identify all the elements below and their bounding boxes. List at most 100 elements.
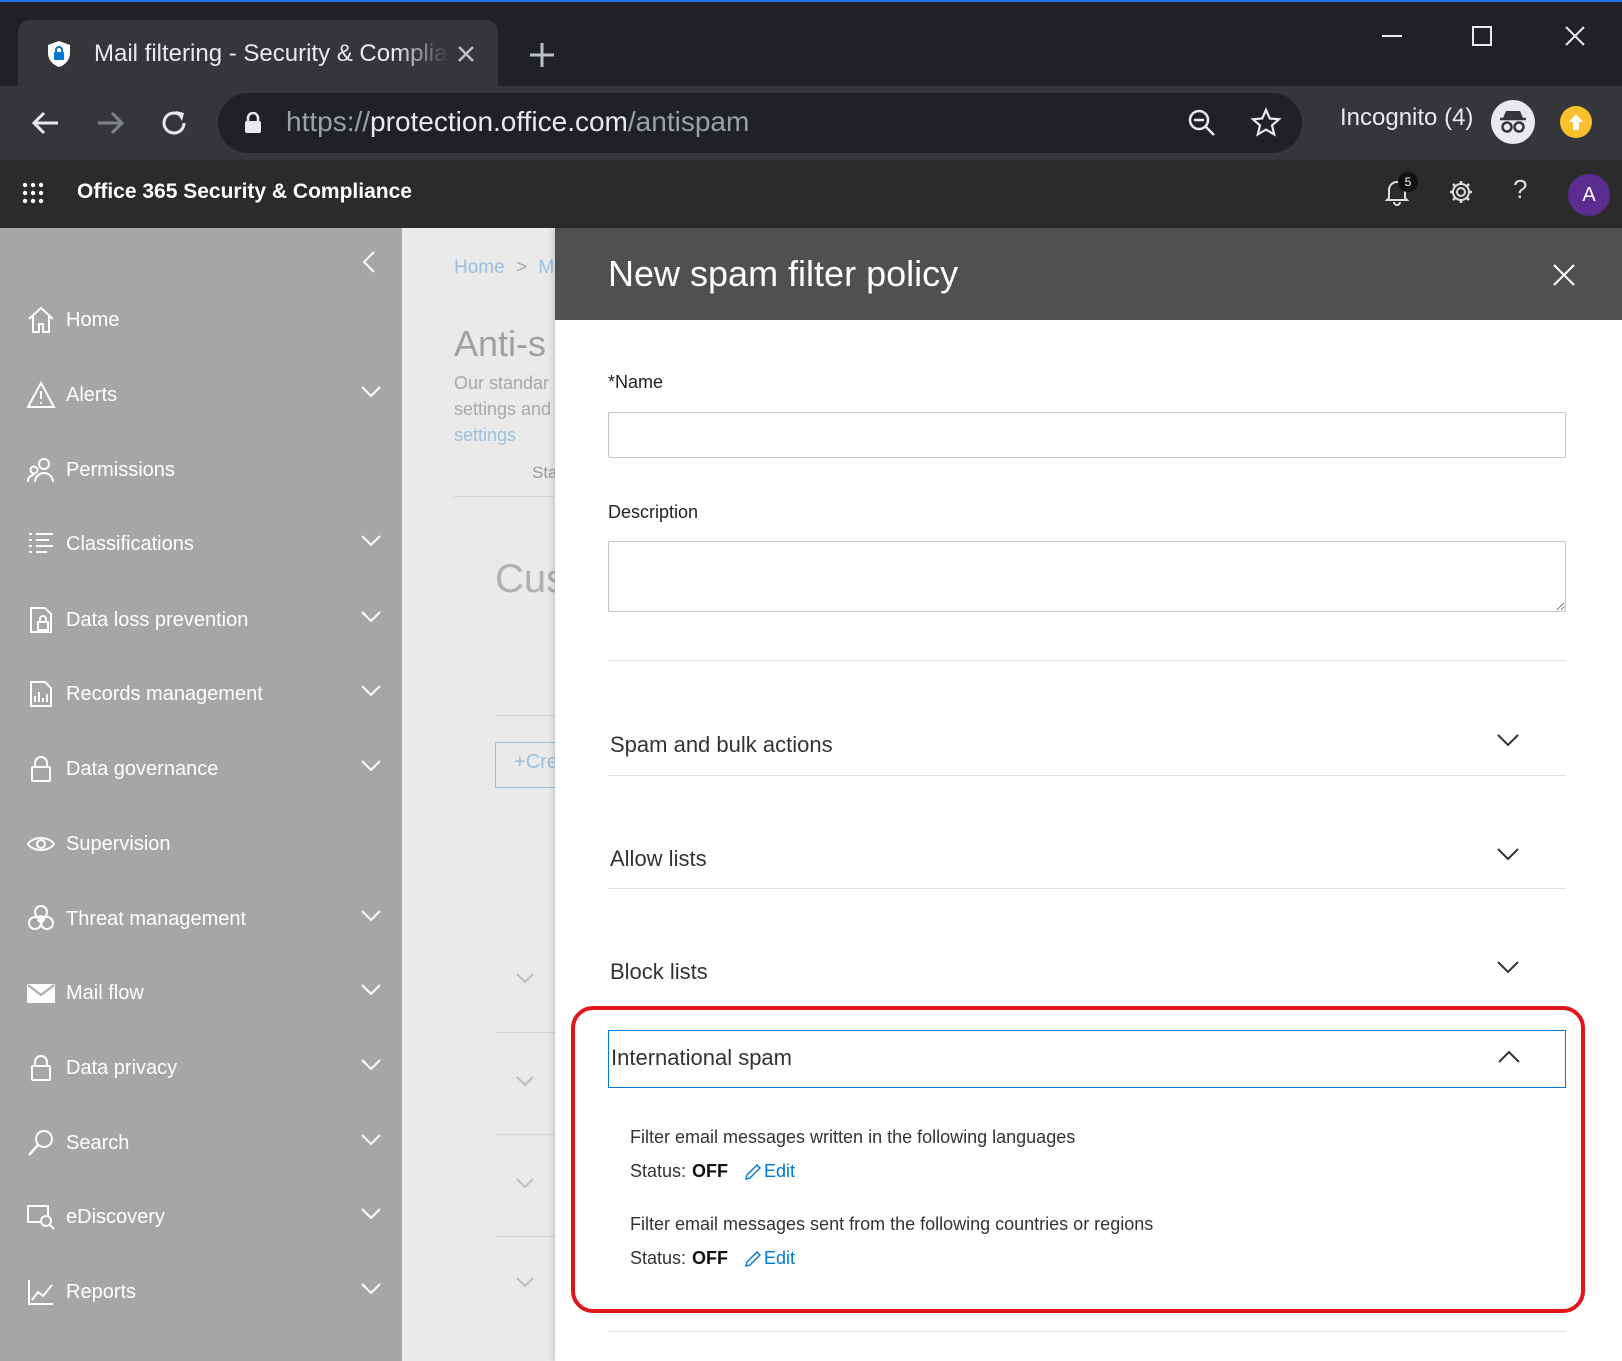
settings-gear-icon[interactable] [1448,179,1474,205]
name-label: *Name [608,372,664,392]
mail-icon [27,984,55,1003]
chevron-down-icon [361,611,381,623]
sidebar-item-label: Data loss prevention [66,608,249,631]
chevron-down-icon [361,1283,381,1295]
window-close-button[interactable] [1545,16,1605,56]
tab-title: Mail filtering - Security & Compliance [94,40,449,67]
dlp-icon [30,607,52,633]
bookmark-star-icon[interactable] [1250,107,1282,139]
panel-title: New spam filter policy [608,253,959,294]
chevron-down-icon[interactable] [515,1276,535,1288]
sidebar-item-records-management[interactable]: Records management [0,664,402,724]
lock-icon [31,756,51,782]
chevron-down-icon [361,984,381,996]
browser-tabstrip: Mail filtering - Security & Compliance [0,0,1622,88]
section-block-lists[interactable]: Block lists [608,945,1566,1003]
sidebar-item-label: Data privacy [66,1056,178,1079]
section-label: Allow lists [610,846,707,871]
notification-badge: 5 [1398,172,1418,192]
collapse-nav-icon[interactable] [362,250,376,274]
panel-header: New spam filter policy [555,228,1622,320]
ediscovery-icon [27,1205,55,1230]
address-bar[interactable]: https://protection.office.com/antispam [218,93,1302,153]
new-tab-icon[interactable] [527,40,557,70]
search-icon [28,1130,53,1156]
settings-link[interactable]: settings [454,422,551,448]
sidebar-item-threat-management[interactable]: Threat management [0,889,402,949]
sidebar-item-ediscovery[interactable]: eDiscovery [0,1187,402,1247]
chevron-down-icon [1497,961,1519,974]
maximize-icon [1472,26,1492,46]
status-column-header: Sta [532,463,558,482]
description-label: Description [608,502,699,522]
sidebar-item-data-privacy[interactable]: Data privacy [0,1038,402,1098]
chevron-down-icon[interactable] [515,1075,535,1087]
breadcrumb-next[interactable]: M [538,257,554,278]
desc-line-2: settings and [454,399,552,419]
sidebar-item-reports[interactable]: Reports [0,1262,402,1322]
name-input[interactable] [608,412,1566,458]
divider [608,660,1566,661]
divider [608,1331,1566,1332]
chevron-down-icon[interactable] [515,1177,535,1189]
breadcrumb-home[interactable]: Home [454,257,505,278]
reload-icon[interactable] [156,105,192,141]
app-launcher-icon[interactable] [22,182,44,204]
incognito-glasses-icon [1500,111,1526,133]
chevron-down-icon [361,535,381,547]
page-description: Our standar settings and settings [454,370,551,448]
sidebar-item-alerts[interactable]: Alerts [0,365,402,425]
sidebar-item-label: Search [66,1131,130,1154]
minimize-icon [1382,35,1402,37]
incognito-icon[interactable] [1491,100,1535,144]
people-icon [26,458,54,483]
back-icon[interactable] [28,105,64,141]
forward-icon[interactable] [92,105,128,141]
incognito-label[interactable]: Incognito (4) [1340,104,1473,132]
sidebar-item-permissions[interactable]: Permissions [0,440,402,500]
section-spam-bulk-actions[interactable]: Spam and bulk actions [608,718,1566,776]
left-navigation: Home Alerts Permissions Classifications Data… [0,228,402,1361]
page-title: Anti-s [454,323,547,364]
browser-tab-active[interactable]: Mail filtering - Security & Compliance [18,20,498,88]
sidebar-item-label: Alerts [66,383,118,406]
app-title[interactable]: Office 365 Security & Compliance [77,180,412,204]
chevron-down-icon [361,1134,381,1146]
user-avatar[interactable]: A [1568,174,1610,216]
section-label: Spam and bulk actions [610,732,833,757]
chevron-down-icon [361,685,381,697]
tab-close-icon[interactable] [454,42,478,66]
app-header: Office 365 Security & Compliance 5 ? A [0,160,1622,228]
alert-icon [26,380,56,408]
home-icon [28,306,54,333]
list-icon [29,533,53,553]
sidebar-item-label: eDiscovery [66,1205,165,1228]
sidebar-item-classifications[interactable]: Classifications [0,514,402,574]
section-label: Block lists [610,959,708,984]
minimize-button[interactable] [1362,16,1422,56]
sidebar-item-data-governance[interactable]: Data governance [0,739,402,799]
section-allow-lists[interactable]: Allow lists [608,832,1566,890]
sidebar-item-supervision[interactable]: Supervision [0,814,402,874]
sidebar-item-label: Permissions [66,458,175,481]
desc-line-1: Our standar [454,373,550,393]
sidebar-item-label: Classifications [66,532,194,555]
chevron-down-icon [361,760,381,772]
chevron-down-icon [1497,734,1519,747]
lock-icon [245,112,261,133]
sidebar-item-home[interactable]: Home [0,290,402,350]
lock-icon [31,1055,51,1081]
chevron-down-icon [1497,848,1519,861]
zoom-icon[interactable] [1186,107,1218,139]
sidebar-item-data-loss-prevention[interactable]: Data loss prevention [0,590,402,650]
help-icon[interactable]: ? [1513,174,1527,205]
sidebar-item-mail-flow[interactable]: Mail flow [0,963,402,1023]
description-textarea[interactable] [608,541,1566,612]
chevron-down-icon[interactable] [515,972,535,984]
sidebar-item-label: Mail flow [66,981,144,1004]
update-icon[interactable] [1560,106,1592,138]
records-icon [30,681,52,707]
maximize-button[interactable] [1452,16,1512,56]
close-icon[interactable] [1553,264,1575,286]
sidebar-item-search[interactable]: Search [0,1113,402,1173]
